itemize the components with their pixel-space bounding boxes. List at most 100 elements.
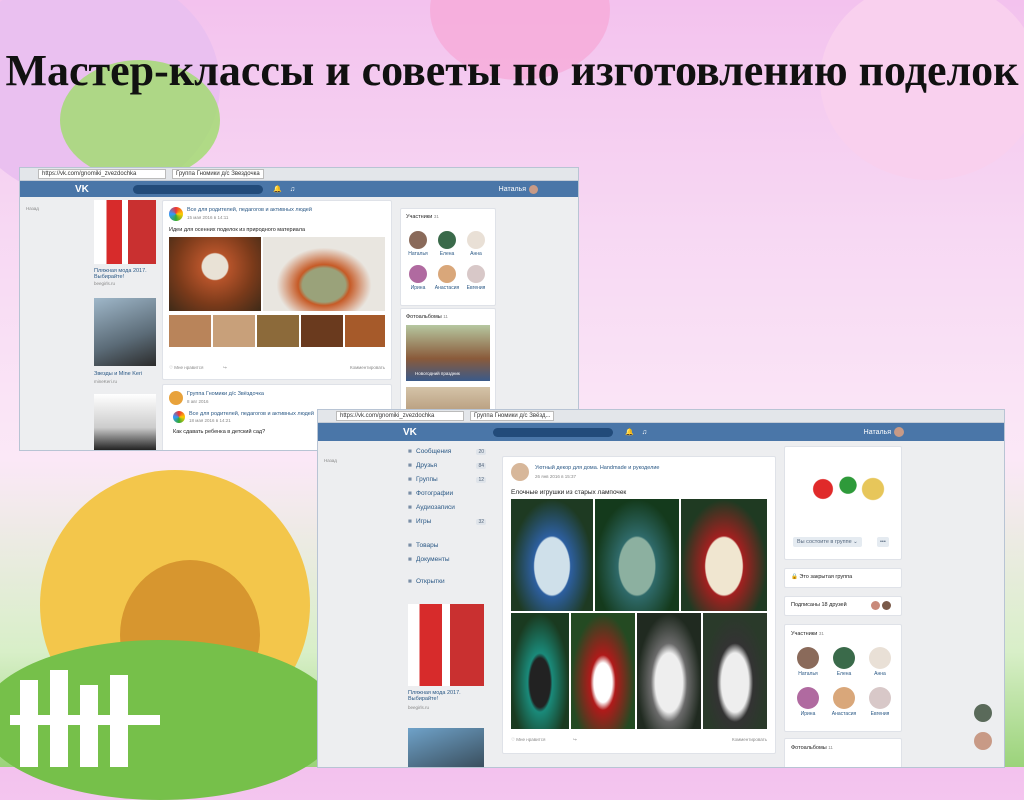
- comment-button[interactable]: Комментировать: [350, 365, 385, 370]
- friend-avatar[interactable]: [871, 601, 880, 610]
- ad-image-stroller[interactable]: [94, 298, 156, 366]
- bulb-ornament-photo[interactable]: [511, 613, 569, 729]
- sidebar-item[interactable]: ■ Сообщения 20: [408, 448, 486, 462]
- sidebar-item[interactable]: ■ Игры 32: [408, 518, 486, 532]
- post-author[interactable]: Все для родителей, педагогов и активных …: [189, 411, 314, 417]
- member-name[interactable]: Анастасия: [434, 285, 460, 291]
- bell-icon[interactable]: 🔔: [273, 185, 282, 193]
- ad-image-stroller-2[interactable]: [94, 394, 156, 450]
- user-menu[interactable]: Наталья: [499, 184, 538, 194]
- post-date[interactable]: 15 мая 2016 в 14:11: [187, 215, 228, 220]
- post-date[interactable]: 26 янв 2016 в 15:37: [535, 474, 576, 479]
- ad-image-swimsuit[interactable]: [408, 604, 484, 686]
- bulb-ornament-photo[interactable]: [571, 613, 635, 729]
- member-avatar[interactable]: [409, 231, 427, 249]
- group-avatar[interactable]: [173, 411, 185, 423]
- ad-title[interactable]: Звезды и Mine Keri: [94, 371, 142, 377]
- like-button[interactable]: ♡ Мне нравится: [511, 737, 545, 743]
- share-icon[interactable]: ↪: [223, 365, 227, 371]
- group-avatar[interactable]: [169, 391, 183, 405]
- member-name[interactable]: Наталья: [405, 251, 431, 257]
- member-avatar[interactable]: [467, 231, 485, 249]
- member-avatar[interactable]: [797, 687, 819, 709]
- music-icon[interactable]: ♫: [290, 186, 295, 193]
- bell-icon[interactable]: 🔔: [625, 428, 634, 436]
- vk-logo[interactable]: VK: [75, 184, 115, 195]
- chat-avatar[interactable]: [974, 704, 992, 722]
- bulb-ornament-photo[interactable]: [681, 499, 767, 611]
- bulb-ornament-photo[interactable]: [511, 499, 593, 611]
- albums-heading[interactable]: Фотоальбомы 11: [406, 314, 448, 320]
- craft-thumb[interactable]: [345, 315, 385, 347]
- member-name[interactable]: Анна: [463, 251, 489, 257]
- member-name[interactable]: Елена: [434, 251, 460, 257]
- craft-thumb[interactable]: [213, 315, 255, 347]
- post-author[interactable]: Уютный декор для дома. Handmade и рукоде…: [535, 465, 659, 471]
- group-cover-elves[interactable]: [793, 451, 893, 527]
- member-name[interactable]: Наталья: [793, 671, 823, 677]
- search-input[interactable]: [133, 184, 263, 194]
- ad-image-swimsuit[interactable]: [94, 200, 156, 264]
- vk-logo[interactable]: VK: [403, 427, 443, 438]
- member-name[interactable]: Елена: [829, 671, 859, 677]
- sidebar-item[interactable]: ■ Аудиозаписи: [408, 504, 486, 518]
- comment-button[interactable]: Комментировать: [732, 737, 767, 742]
- member-name[interactable]: Евгения: [865, 711, 895, 717]
- member-name[interactable]: Анастасия: [829, 711, 859, 717]
- share-icon[interactable]: ↪: [573, 737, 577, 743]
- members-heading[interactable]: Участники 31: [406, 214, 439, 220]
- ad-title[interactable]: Пляжная мода 2017. Выбирайте!: [408, 690, 484, 702]
- member-name[interactable]: Анна: [865, 671, 895, 677]
- subscribed-button[interactable]: Вы состоите в группе ⌄: [793, 537, 862, 547]
- craft-thumb[interactable]: [301, 315, 343, 347]
- member-name[interactable]: Ирина: [405, 285, 431, 291]
- post-date[interactable]: 8 авг 2016: [187, 399, 209, 404]
- post-author[interactable]: Группа Гномики д/с Звёздочка: [187, 391, 264, 397]
- members-heading[interactable]: Участники 31: [791, 631, 824, 637]
- member-avatar[interactable]: [467, 265, 485, 283]
- more-button[interactable]: •••: [877, 537, 889, 547]
- sidebar-item[interactable]: ■ Группы 12: [408, 476, 486, 490]
- post-date[interactable]: 18 мая 2016 в 14:21: [189, 418, 231, 423]
- group-avatar[interactable]: [511, 463, 529, 481]
- back-link[interactable]: Назад: [324, 458, 337, 463]
- albums-heading[interactable]: Фотоальбомы 11: [791, 745, 833, 751]
- member-avatar[interactable]: [438, 231, 456, 249]
- chat-avatar[interactable]: [974, 732, 992, 750]
- bulb-ornament-photo[interactable]: [595, 499, 679, 611]
- search-input[interactable]: [493, 427, 613, 437]
- friend-avatar[interactable]: [882, 601, 891, 610]
- member-avatar[interactable]: [869, 647, 891, 669]
- ad-image[interactable]: [408, 728, 484, 767]
- craft-photo[interactable]: [169, 237, 261, 311]
- back-link[interactable]: Назад: [26, 206, 39, 211]
- craft-thumb[interactable]: [257, 315, 299, 347]
- sidebar-item[interactable]: ■ Фотографии: [408, 490, 486, 504]
- ad-title[interactable]: Пляжная мода 2017. Выбирайте!: [94, 268, 156, 280]
- craft-photo[interactable]: [263, 237, 385, 311]
- sidebar-item[interactable]: ■ Документы: [408, 556, 486, 570]
- member-avatar[interactable]: [833, 647, 855, 669]
- bulb-ornament-photo[interactable]: [703, 613, 767, 729]
- browser-tab[interactable]: Группа Гномики д/с Звёзд...: [470, 411, 555, 421]
- member-name[interactable]: Ирина: [793, 711, 823, 717]
- post-author[interactable]: Все для родителей, педагогов и активных …: [187, 207, 312, 213]
- like-button[interactable]: ♡ Мне нравится: [169, 365, 203, 371]
- member-avatar[interactable]: [409, 265, 427, 283]
- member-avatar[interactable]: [833, 687, 855, 709]
- friends-subscribed[interactable]: Подписаны 18 друзей: [791, 602, 847, 608]
- address-bar[interactable]: https://vk.com/gnomiki_zvezdochka: [336, 411, 464, 421]
- address-bar[interactable]: https://vk.com/gnomiki_zvezdochka: [38, 169, 166, 179]
- sidebar-item[interactable]: ■ Открытки: [408, 578, 486, 592]
- member-name[interactable]: Евгения: [463, 285, 489, 291]
- sidebar-item[interactable]: ■ Друзья 84: [408, 462, 486, 476]
- member-avatar[interactable]: [869, 687, 891, 709]
- member-avatar[interactable]: [438, 265, 456, 283]
- sidebar-item[interactable]: ■ Товары: [408, 542, 486, 556]
- browser-tab[interactable]: Группа Гномики д/с Звездочка: [172, 169, 264, 179]
- user-menu[interactable]: Наталья: [864, 427, 904, 437]
- craft-thumb[interactable]: [169, 315, 211, 347]
- music-icon[interactable]: ♫: [642, 429, 647, 436]
- group-avatar[interactable]: [169, 207, 183, 221]
- bulb-ornament-photo[interactable]: [637, 613, 701, 729]
